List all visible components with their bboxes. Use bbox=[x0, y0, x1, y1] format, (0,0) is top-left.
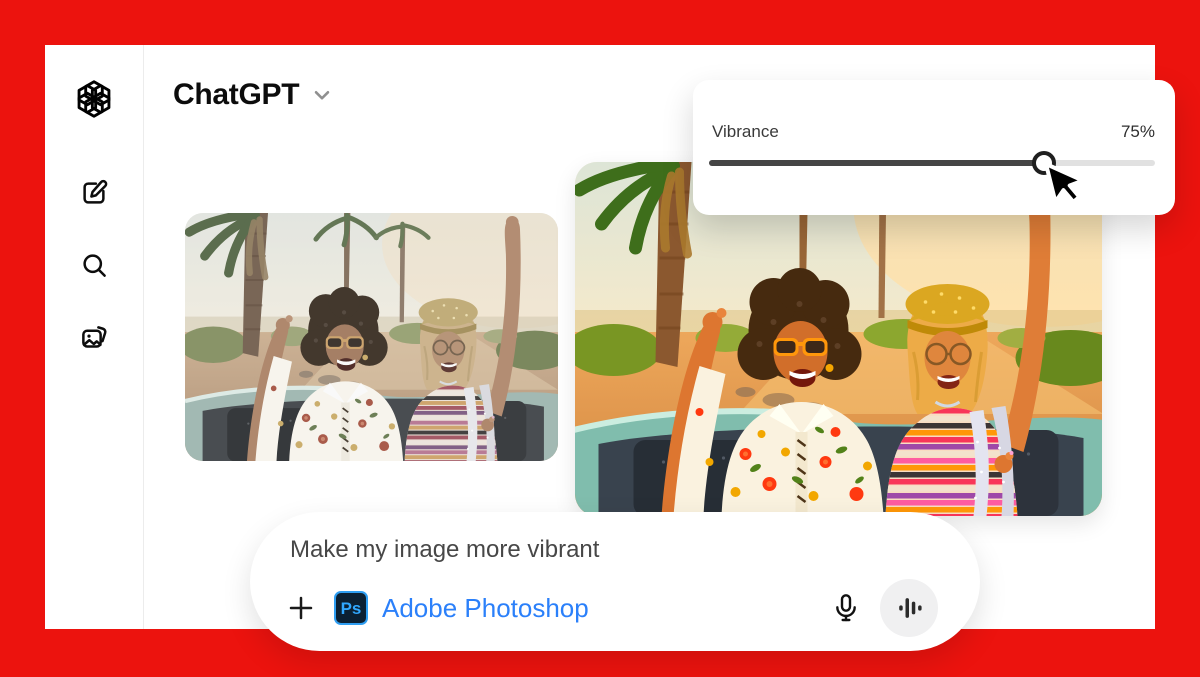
library-button[interactable] bbox=[77, 320, 111, 354]
model-switcher[interactable]: ChatGPT bbox=[173, 78, 335, 112]
red-frame: ChatGPT Vibrance 75% Make my image more … bbox=[0, 0, 1200, 677]
microphone-icon bbox=[830, 592, 862, 624]
search-chats-button[interactable] bbox=[77, 248, 111, 282]
image-after bbox=[575, 162, 1102, 516]
image-before bbox=[185, 213, 558, 461]
chat-input[interactable]: Make my image more vibrant bbox=[290, 536, 599, 564]
openai-logo bbox=[71, 76, 117, 122]
attach-button[interactable] bbox=[286, 593, 316, 623]
dictate-button[interactable] bbox=[830, 592, 862, 624]
photoshop-tool-chip[interactable]: Ps Adobe Photoshop bbox=[334, 591, 589, 625]
search-icon bbox=[79, 250, 109, 280]
chevron-down-icon bbox=[309, 82, 335, 108]
vibrance-panel: Vibrance 75% bbox=[693, 80, 1175, 215]
images-icon bbox=[79, 322, 109, 352]
voice-mode-button[interactable] bbox=[880, 579, 938, 637]
vibrance-value: 75% bbox=[1121, 122, 1155, 142]
new-chat-button[interactable] bbox=[77, 176, 111, 210]
photoshop-icon: Ps bbox=[334, 591, 368, 625]
mouse-cursor bbox=[1040, 161, 1094, 219]
tool-name: Adobe Photoshop bbox=[382, 593, 589, 624]
plus-icon bbox=[286, 593, 316, 623]
chat-composer: Make my image more vibrant Ps Adobe Phot… bbox=[250, 512, 980, 651]
voice-wave-icon bbox=[895, 594, 923, 622]
compose-icon bbox=[79, 178, 109, 208]
sidebar bbox=[45, 45, 144, 629]
vibrance-label: Vibrance bbox=[712, 122, 779, 142]
slider-fill bbox=[709, 160, 1044, 166]
page-title: ChatGPT bbox=[173, 78, 299, 112]
